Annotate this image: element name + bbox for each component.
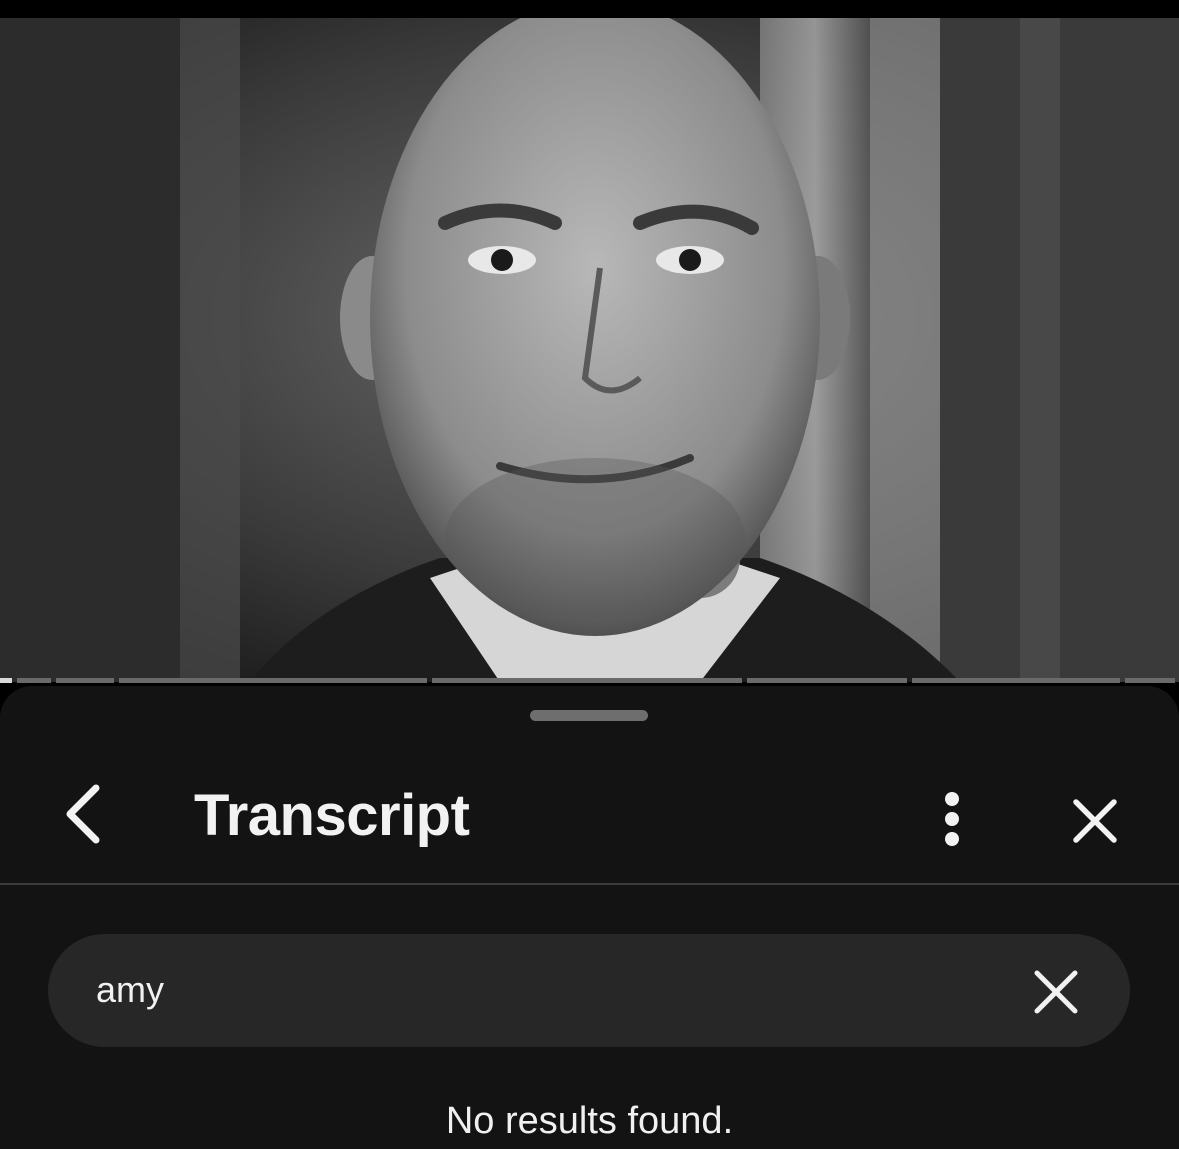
close-icon (1034, 970, 1078, 1014)
clear-search-button[interactable] (1026, 962, 1086, 1022)
back-button[interactable] (52, 776, 112, 852)
chapter-segment (912, 678, 1120, 683)
chapter-segment (17, 678, 51, 683)
header-divider (0, 883, 1179, 885)
video-frame-image (0, 18, 1179, 682)
chevron-left-icon (66, 784, 100, 844)
video-player[interactable] (0, 18, 1179, 682)
panel-title: Transcript (194, 783, 470, 848)
more-vertical-icon (945, 792, 959, 846)
chapter-segment (119, 678, 427, 683)
close-icon (1073, 799, 1117, 843)
chapter-segment (747, 678, 907, 683)
transcript-header: Transcript (0, 746, 1179, 880)
drag-handle[interactable] (530, 710, 648, 721)
more-options-button[interactable] (928, 784, 976, 854)
chapter-segment (56, 678, 114, 683)
search-input[interactable] (96, 962, 976, 1018)
chapter-segment (1125, 678, 1175, 683)
chapter-segment (0, 678, 12, 683)
transcript-panel: Transcript No r (0, 686, 1179, 1149)
transcript-search-field[interactable] (48, 934, 1130, 1047)
chapter-segment (432, 678, 742, 683)
close-panel-button[interactable] (1060, 786, 1130, 856)
chapter-progress-bar[interactable] (0, 678, 1179, 684)
screen: Transcript No r (0, 0, 1179, 1149)
empty-results-message: No results found. (445, 1100, 734, 1142)
